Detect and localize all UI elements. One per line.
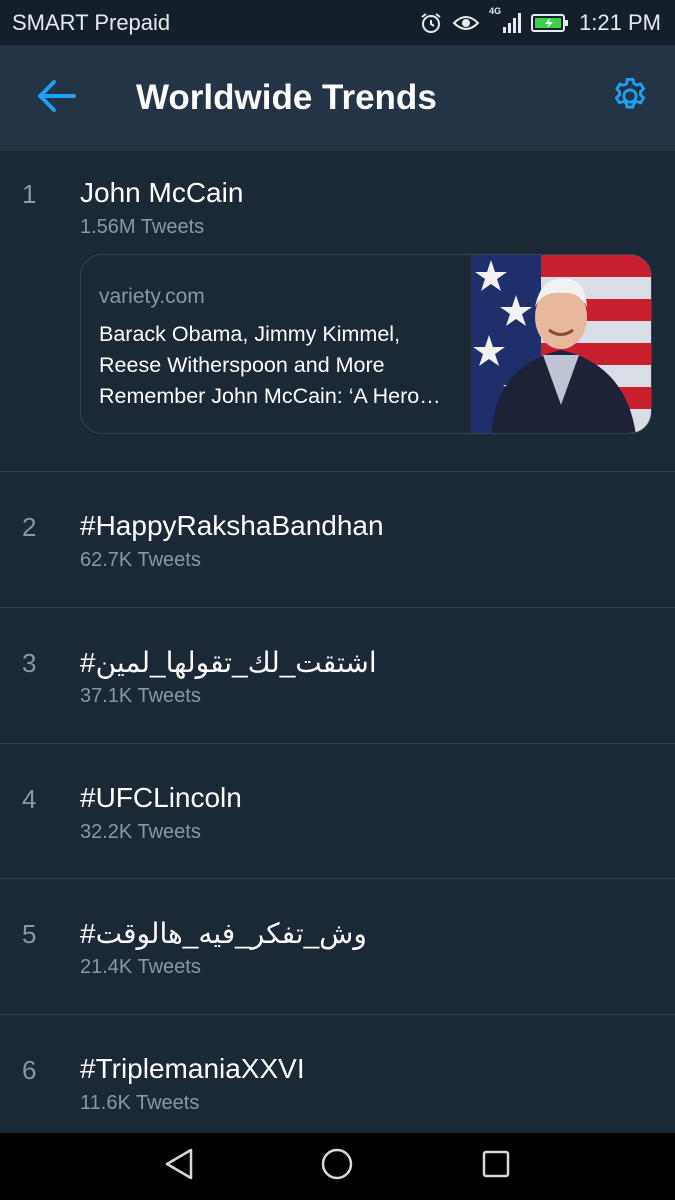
trend-name: #وش_تفكر_فيه_هالوقت: [80, 918, 367, 949]
news-card-text: variety.com Barack Obama, Jimmy Kimmel, …: [81, 255, 471, 433]
trend-rank: 6: [22, 1055, 37, 1085]
trend-item-4[interactable]: 4 #UFCLincoln 32.2K Tweets: [0, 744, 675, 879]
trend-name: John McCain: [80, 177, 244, 208]
trend-item-6[interactable]: 6 #TriplemaniaXXVI 11.6K Tweets: [0, 1015, 675, 1133]
eye-icon: [453, 13, 480, 33]
battery-icon: [531, 13, 569, 33]
trend-name: #HappyRakshaBandhan: [80, 510, 384, 541]
trend-item-2[interactable]: 2 #HappyRakshaBandhan 62.7K Tweets: [0, 472, 675, 608]
nav-recents-button[interactable]: [466, 1137, 526, 1197]
back-triangle-icon: [163, 1147, 195, 1186]
gear-icon: [609, 75, 651, 122]
status-bar: SMART Prepaid 4G 1:21 PM: [0, 0, 675, 45]
trend-name: #TriplemaniaXXVI: [80, 1053, 305, 1084]
trend-rank: 3: [22, 648, 37, 678]
trend-item-5[interactable]: 5 #وش_تفكر_فيه_هالوقت 21.4K Tweets: [0, 879, 675, 1015]
recents-square-icon: [481, 1149, 511, 1184]
network-type: 4G: [489, 5, 502, 16]
trend-rank: 2: [22, 512, 37, 542]
page-title: Worldwide Trends: [136, 78, 437, 117]
trend-tweet-count: 32.2K Tweets: [80, 821, 201, 843]
trend-tweet-count: 1.56M Tweets: [80, 216, 205, 238]
app-bar: Worldwide Trends: [0, 45, 675, 151]
signal-icon: 4G: [489, 6, 522, 34]
trend-rank: 4: [22, 784, 37, 814]
arrow-left-icon: [36, 78, 76, 119]
trend-rank: 5: [22, 919, 37, 949]
trend-tweet-count: 37.1K Tweets: [80, 685, 201, 707]
trend-tweet-count: 21.4K Tweets: [80, 956, 201, 978]
status-icons: 4G 1:21 PM: [419, 6, 661, 36]
clock-time: 1:21 PM: [579, 9, 661, 35]
nav-home-button[interactable]: [307, 1137, 367, 1197]
system-nav-bar: [0, 1133, 675, 1200]
back-button[interactable]: [0, 45, 112, 151]
news-card[interactable]: variety.com Barack Obama, Jimmy Kimmel, …: [80, 254, 652, 434]
home-circle-icon: [320, 1147, 354, 1186]
carrier-name: SMART Prepaid: [12, 9, 171, 35]
trend-tweet-count: 62.7K Tweets: [80, 549, 201, 571]
trend-rank: 1: [22, 179, 37, 209]
nav-back-button[interactable]: [149, 1137, 209, 1197]
trend-name: #UFCLincoln: [80, 782, 242, 813]
settings-button[interactable]: [585, 45, 675, 151]
news-card-headline: Barack Obama, Jimmy Kimmel, Reese Wither…: [99, 322, 441, 408]
alarm-icon: [419, 11, 443, 35]
trend-name: #اشتقت_لك_تقولها_لمين: [80, 647, 377, 678]
trend-list: 1 John McCain 1.56M Tweets variety.com B…: [0, 151, 675, 1133]
trend-item-3[interactable]: 3 #اشتقت_لك_تقولها_لمين 37.1K Tweets: [0, 608, 675, 744]
news-card-domain: variety.com: [99, 285, 205, 308]
trend-tweet-count: 11.6K Tweets: [80, 1092, 200, 1114]
trend-item-1[interactable]: 1 John McCain 1.56M Tweets variety.com B…: [0, 151, 675, 472]
news-card-thumbnail: [471, 255, 651, 433]
